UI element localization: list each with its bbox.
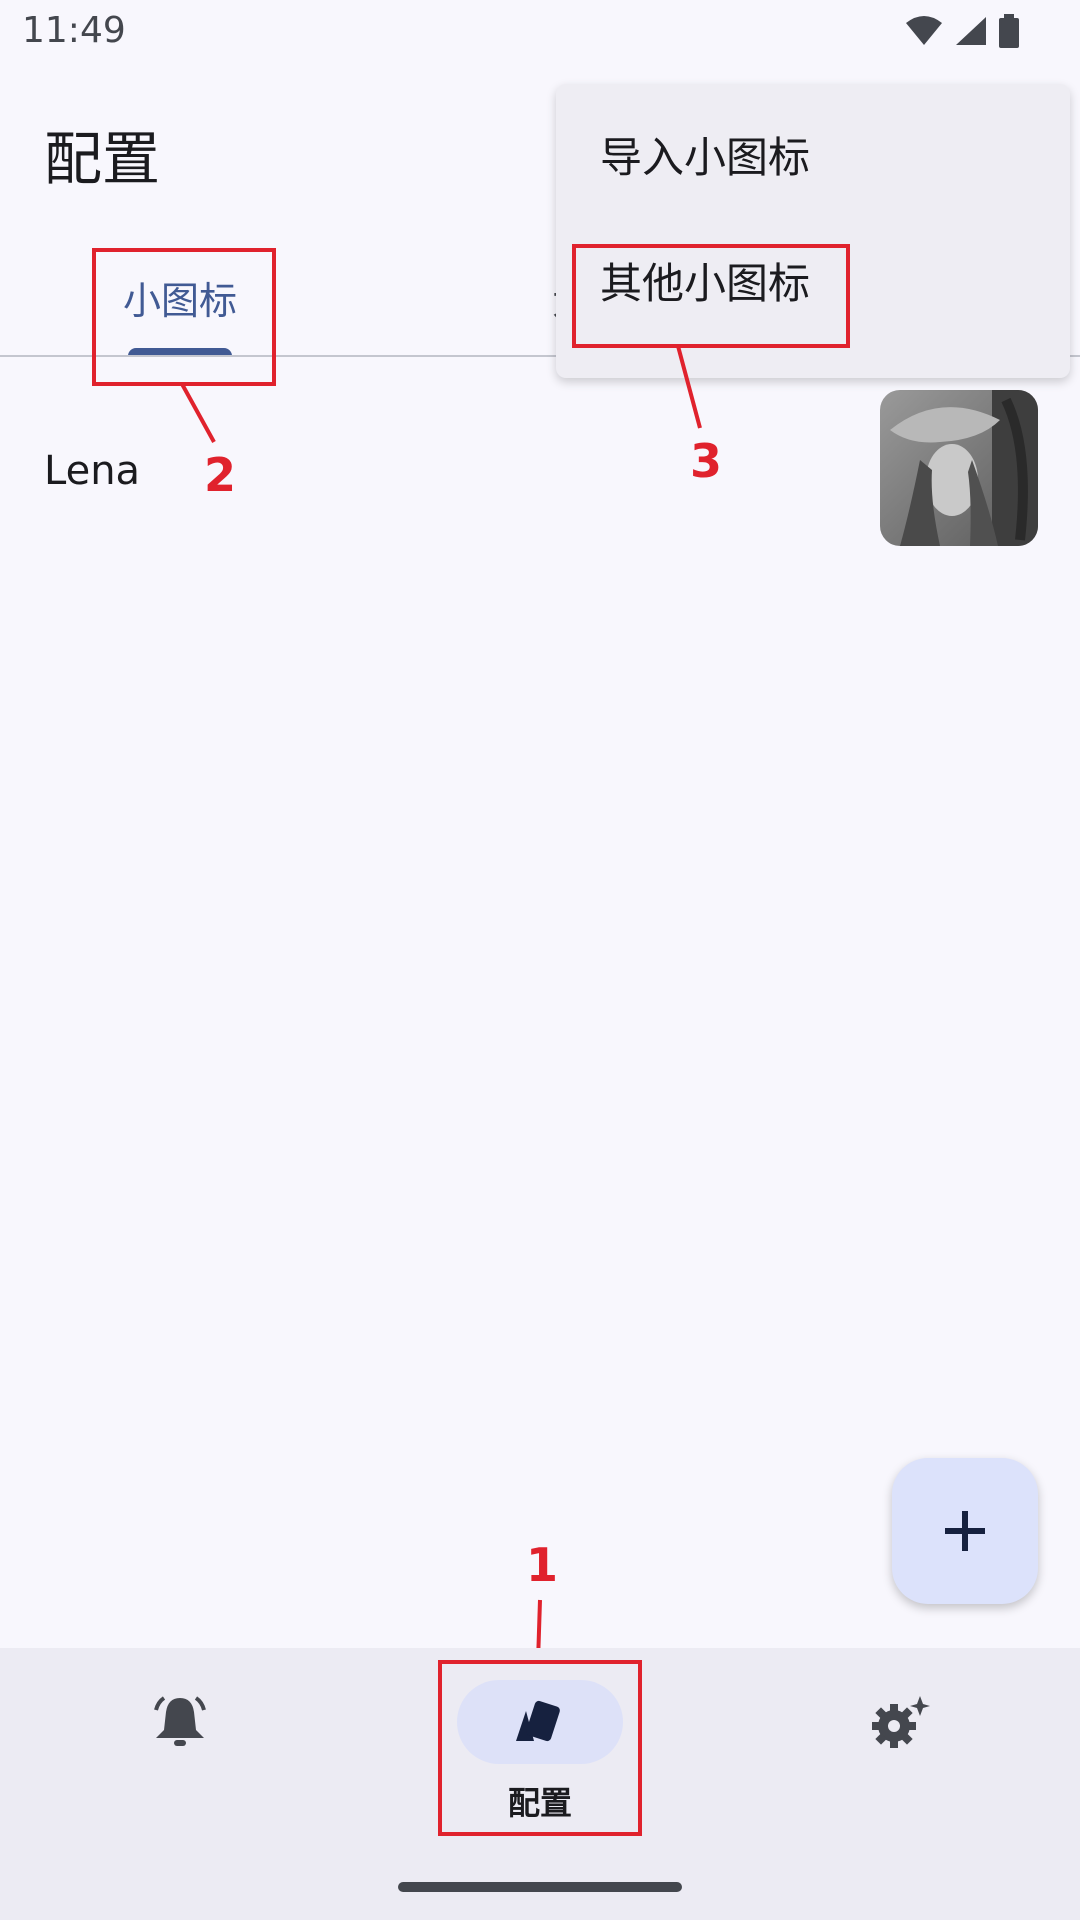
annotation-number-2: 2 — [204, 448, 237, 502]
plus-icon — [945, 1511, 985, 1551]
annotation-number-3: 3 — [690, 434, 723, 488]
annotation-box-3 — [572, 244, 850, 348]
home-indicator — [398, 1882, 682, 1892]
bell-icon — [154, 1696, 206, 1746]
nav-item-settings[interactable] — [750, 1648, 1050, 1848]
add-fab[interactable] — [892, 1458, 1038, 1604]
annotation-box-1 — [438, 1660, 642, 1836]
nav-item-alerts[interactable] — [30, 1648, 330, 1848]
annotation-lines — [180, 345, 702, 1663]
annotation-number-1: 1 — [526, 1538, 559, 1592]
gear-sparkle-icon — [872, 1696, 930, 1748]
